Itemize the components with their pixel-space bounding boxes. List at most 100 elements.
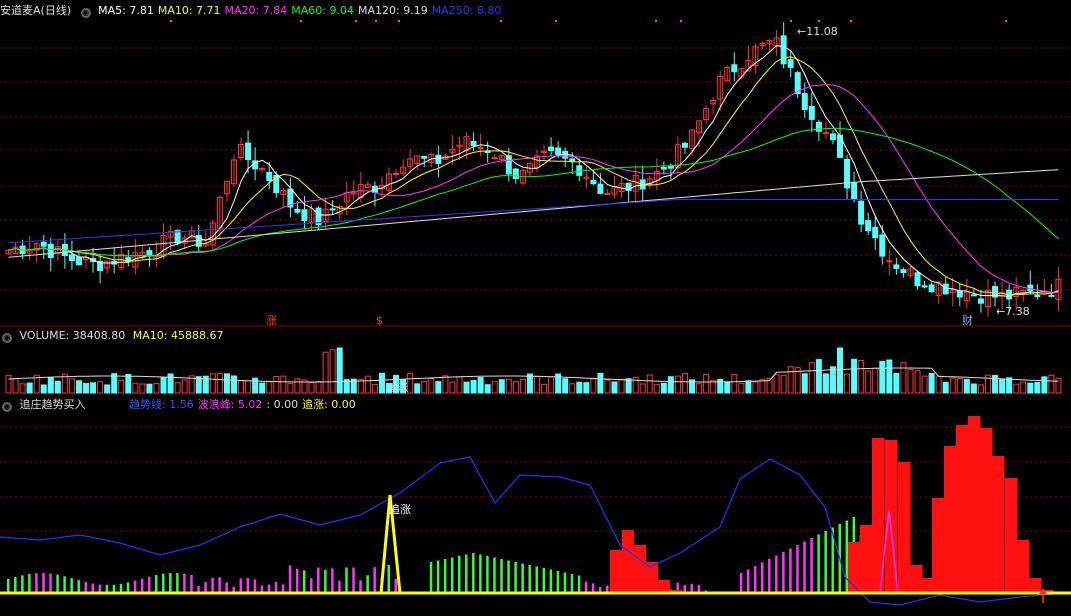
candle-body (301, 209, 308, 222)
wave-bar (246, 577, 250, 593)
wave-bar (493, 557, 496, 593)
candle-body (780, 35, 787, 65)
wave-bar (556, 571, 560, 593)
red-block (860, 525, 873, 593)
volume-bar (273, 375, 280, 394)
wave-bar (739, 573, 743, 593)
candle-body (844, 158, 851, 189)
volume-bar (970, 383, 977, 394)
volume-bar (97, 381, 104, 394)
red-block (968, 416, 981, 593)
volume-bar (449, 381, 456, 394)
volume-bar (597, 372, 604, 394)
volume-bar (562, 378, 569, 394)
volume-bar (963, 378, 970, 394)
volume-bar (858, 359, 865, 394)
volume-bar (111, 373, 118, 394)
candle-body (858, 200, 865, 225)
wave-bar (295, 568, 299, 593)
volume-bar (470, 380, 477, 394)
wave-bar (500, 559, 503, 593)
volume-bar (801, 373, 808, 394)
signal-dot (355, 20, 357, 22)
signal-dot (300, 20, 302, 22)
volume-bar (590, 378, 597, 394)
volume-bar (703, 374, 710, 394)
red-block (898, 462, 911, 593)
volume-bar (681, 373, 688, 394)
wave-bar (465, 554, 468, 593)
event-marker: 财 (962, 313, 973, 327)
volume-bar (541, 383, 548, 394)
wave-bar (577, 575, 581, 593)
volume-bar (576, 381, 583, 394)
candle-body (822, 132, 829, 135)
wave-bar (63, 576, 66, 593)
candle-body (900, 269, 907, 274)
volume-bar (731, 373, 738, 394)
signal-dot (1005, 20, 1007, 22)
candle-body (512, 168, 519, 180)
wave-bar (84, 582, 88, 593)
wave-bar (472, 553, 475, 593)
wave-bar (288, 565, 292, 593)
chase-label: 追涨 (389, 502, 411, 516)
volume-bar (660, 382, 667, 394)
volume-bar (928, 373, 935, 394)
wave-bar (35, 573, 38, 593)
wave-bar (760, 562, 764, 593)
volume-bar (534, 375, 540, 394)
volume-bar (674, 375, 681, 394)
wave-bar (514, 562, 517, 593)
volume-bar (548, 376, 555, 394)
volume-bar (160, 376, 167, 394)
volume-bar (294, 378, 301, 394)
volume-bar (900, 362, 907, 394)
wave-bar (450, 557, 454, 593)
volume-bar (745, 380, 752, 394)
candle-body (829, 133, 836, 141)
red-block (1005, 478, 1018, 593)
wave-bar (746, 569, 750, 593)
signal-dot (375, 20, 377, 22)
candle-body (914, 272, 921, 287)
wave-bar (789, 548, 792, 593)
volume-bar (174, 382, 181, 394)
volume-bar (308, 382, 315, 394)
volume-bar (230, 375, 237, 394)
candle-body (68, 254, 75, 262)
volume-bar (223, 373, 230, 394)
candle-body (808, 106, 815, 120)
volume-bar (1027, 382, 1034, 394)
candle-body (872, 226, 879, 239)
candle-body (350, 192, 357, 195)
candle-body (294, 208, 301, 213)
signal-dot (850, 20, 852, 22)
volume-bar (456, 376, 463, 394)
volume-bar (977, 384, 984, 394)
candle-body (75, 256, 82, 266)
volume-bar (118, 379, 125, 394)
event-marker: $ (376, 314, 383, 327)
red-block (1029, 578, 1042, 593)
candle-body (477, 146, 484, 149)
volume-bar (632, 376, 639, 394)
wave-bar (14, 577, 17, 593)
wave-bar (824, 531, 827, 593)
volume-bar (1006, 377, 1013, 394)
volume-bar (837, 347, 844, 394)
volume-bar (26, 382, 33, 394)
volume-bar (153, 383, 160, 394)
volume-bar (435, 381, 442, 394)
candle-body (886, 260, 893, 263)
volume-bar (491, 381, 498, 394)
volume-bar (505, 378, 512, 394)
signal-dot (555, 20, 557, 22)
volume-bar (829, 366, 836, 394)
volume-bar (414, 383, 421, 394)
volume-bar (1020, 381, 1027, 394)
wave-bar (324, 569, 327, 593)
volume-bar (738, 382, 745, 394)
volume-bar (336, 347, 343, 394)
volume-bar (569, 383, 576, 394)
